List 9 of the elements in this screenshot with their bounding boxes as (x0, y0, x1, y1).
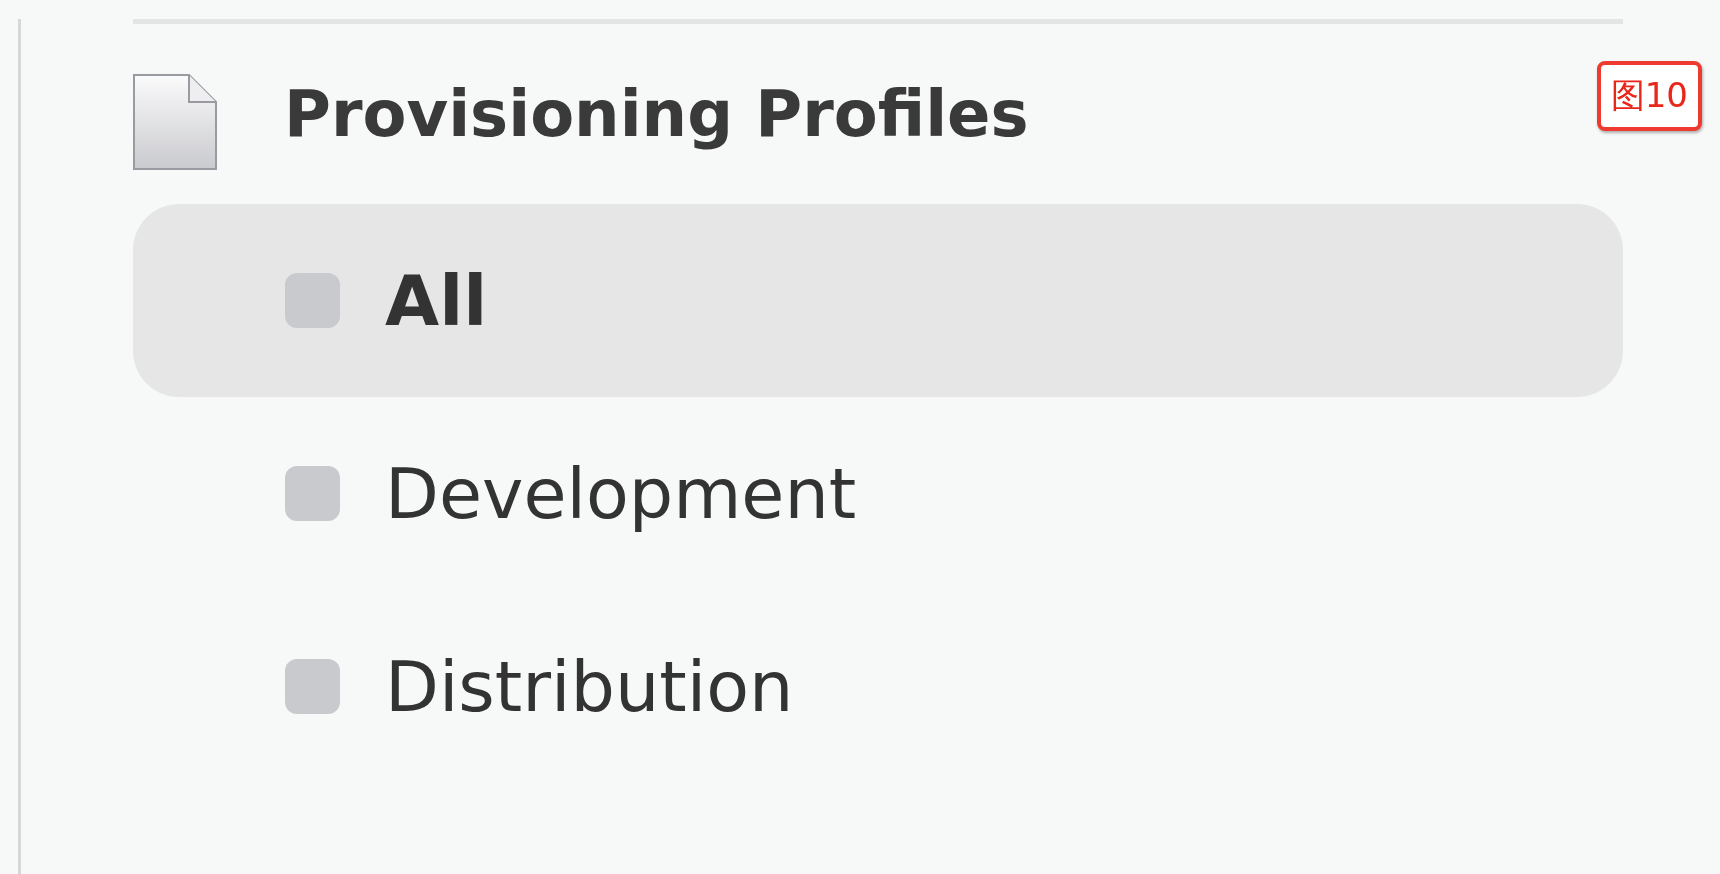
sidebar-item[interactable]: Distribution (133, 590, 1623, 783)
document-icon (133, 74, 217, 170)
square-icon (285, 273, 340, 328)
sidebar-item[interactable]: Development (133, 397, 1623, 590)
section-title: Provisioning Profiles (284, 77, 1029, 151)
figure-label: 图10 (1596, 61, 1702, 131)
square-icon (285, 659, 340, 714)
sidebar-item[interactable]: All (133, 204, 1623, 397)
square-icon (285, 466, 340, 521)
